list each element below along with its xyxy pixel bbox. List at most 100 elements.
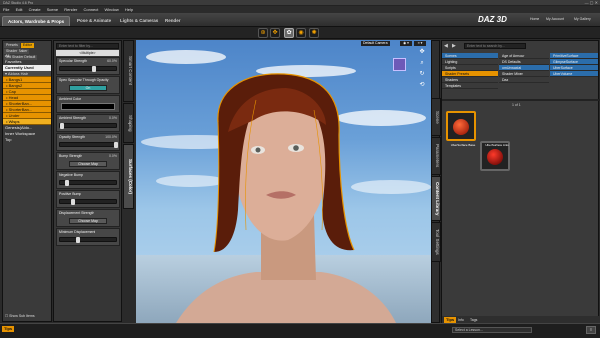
param-slider[interactable] xyxy=(59,142,118,148)
param-toggle[interactable]: On xyxy=(69,85,107,91)
library-item[interactable]: Templates xyxy=(442,83,498,89)
3d-viewport[interactable]: Default Camera ◉ ▾ ≡ ▾ ✥ ⌕ ↻ ⟲ xyxy=(136,40,431,323)
subtab-editor[interactable]: Editor xyxy=(20,43,35,48)
status-bar: Tips Select a Lesson... ≡ xyxy=(0,323,600,338)
menu-create[interactable]: Create xyxy=(29,7,41,12)
link-home[interactable]: Home xyxy=(530,17,539,21)
zoom-icon[interactable]: ⌕ xyxy=(418,59,426,67)
pan-icon[interactable]: ✥ xyxy=(418,48,426,56)
param-map: Displacement Strength Choose Map xyxy=(56,209,120,227)
param-label: Ambient Color xyxy=(59,97,82,101)
shader-ball-icon xyxy=(487,149,503,165)
slider-knob[interactable] xyxy=(60,123,64,129)
param-label: Positive Bump xyxy=(59,192,82,196)
slider-knob[interactable] xyxy=(92,66,97,72)
tab-render[interactable]: Render xyxy=(160,16,186,26)
left-tips-label[interactable]: Tips xyxy=(2,326,15,332)
viewport-options-icon[interactable]: ◉ ▾ xyxy=(400,41,412,46)
param-slider[interactable] xyxy=(59,199,117,205)
link-my-gallery[interactable]: My Gallery xyxy=(574,17,591,21)
menu-connect[interactable]: Connect xyxy=(83,7,98,12)
camera-selector[interactable]: Default Camera xyxy=(361,41,390,46)
viewport-menu-icon[interactable]: ≡ ▾ xyxy=(414,41,426,46)
param-slider[interactable] xyxy=(59,66,117,72)
tab-pose-animate[interactable]: Pose & Animate xyxy=(72,16,116,26)
shader-ball-icon xyxy=(453,119,469,135)
slider-knob[interactable] xyxy=(65,180,70,186)
tab-tool-settings[interactable]: Tool Settings xyxy=(431,222,441,262)
tab-content-library[interactable]: Content Library xyxy=(431,176,441,221)
param-label: Specular Strength xyxy=(59,59,88,63)
choose-map-button[interactable]: Choose Map xyxy=(69,218,107,224)
tab-lights-cameras[interactable]: Lights & Cameras xyxy=(115,16,163,26)
page-indicator: 1 of 1 xyxy=(512,103,521,107)
slider-knob[interactable] xyxy=(114,142,118,148)
surface-params-panel: Enter text to filter by... <Multiple> Sp… xyxy=(53,40,122,322)
library-subfolders: Age of Armour DS Defaults omUnwaxial Sha… xyxy=(499,53,549,97)
link-my-account[interactable]: My Account xyxy=(546,17,564,21)
param-slider[interactable] xyxy=(59,237,117,243)
lesson-selector[interactable]: Select a Lesson... xyxy=(452,327,532,333)
window-controls[interactable]: — ▢ ✕ xyxy=(585,0,598,5)
thumb-ubersurface-base[interactable] xyxy=(446,111,476,141)
param-slider: Specular Strength 60.0% xyxy=(56,57,120,75)
right-scroll xyxy=(589,52,599,322)
window-title: DAZ Studio 4.6 Pro xyxy=(3,1,34,5)
param-label: Opacity Strength xyxy=(59,135,86,139)
content-library-panel: ◀ ▶ Enter text to search by... Scenes Li… xyxy=(441,40,600,324)
menu-file[interactable]: File xyxy=(3,7,9,12)
param-value: 0.0% xyxy=(109,154,117,158)
param-value: 100.0% xyxy=(105,135,117,139)
node-select-icon[interactable]: ⊛ xyxy=(258,28,268,38)
group-item[interactable]: Top xyxy=(3,137,51,143)
library-item[interactable]: Daz xyxy=(499,77,549,83)
render-icon[interactable]: ✿ xyxy=(284,28,294,38)
search-input[interactable]: Enter text to search by... xyxy=(464,43,526,49)
menu-window[interactable]: Window xyxy=(105,7,119,12)
spotlight-icon[interactable]: ✺ xyxy=(309,28,319,38)
tab-scene[interactable]: Scene xyxy=(431,98,441,136)
menu-bar: File Edit Create Scene Render Connect Wi… xyxy=(0,6,600,13)
slider-knob[interactable] xyxy=(76,237,81,243)
param-slider[interactable] xyxy=(59,123,117,129)
param-list: Specular Strength 60.0% Spec Specular Thro… xyxy=(54,57,121,246)
lesson-menu-icon[interactable]: ≡ xyxy=(586,326,596,334)
tab-surfaces-color[interactable]: Surfaces (Color) xyxy=(123,144,134,209)
menu-help[interactable]: Help xyxy=(125,7,133,12)
rotate-icon[interactable]: ↻ xyxy=(418,70,426,78)
filter-input[interactable]: Enter text to filter by... xyxy=(56,43,119,49)
back-icon[interactable]: ◀ xyxy=(444,43,452,49)
view-cube-icon[interactable] xyxy=(393,58,406,71)
param-slider[interactable] xyxy=(59,180,117,186)
room-tab-bar: Actors, Wardrobe & Props Pose & Animate … xyxy=(0,13,600,27)
param-label: Spec Specular Through Opacity xyxy=(59,78,109,82)
tab-shaping[interactable]: Shaping xyxy=(123,103,134,143)
universal-tool-icon[interactable]: ✥ xyxy=(270,28,280,38)
slider-knob[interactable] xyxy=(70,199,75,205)
color-swatch[interactable] xyxy=(61,103,115,110)
param-value: 0.0% xyxy=(109,116,117,120)
tab-tags[interactable]: Tags xyxy=(470,318,477,322)
param-slider: Positive Bump xyxy=(56,190,120,208)
param-slider: Negative Bump xyxy=(56,171,120,189)
camera-icon[interactable]: ◉ xyxy=(296,28,306,38)
figure-render xyxy=(176,73,396,323)
menu-scene[interactable]: Scene xyxy=(47,7,58,12)
param-label: Minimum Displacement xyxy=(59,230,96,234)
param-label: Ambient Strength xyxy=(59,116,87,120)
tab-smart-content[interactable]: Smart Content xyxy=(123,40,134,102)
orbit-icon[interactable]: ⟲ xyxy=(418,81,426,89)
forward-icon[interactable]: ▶ xyxy=(452,43,460,49)
choose-map-button[interactable]: Choose Map xyxy=(69,161,107,167)
menu-render[interactable]: Render xyxy=(64,7,77,12)
tab-parameters[interactable]: Parameters xyxy=(431,137,441,175)
tab-info[interactable]: Info xyxy=(458,318,464,322)
show-sub-items-checkbox[interactable]: ☐ Show Sub Items xyxy=(5,314,35,318)
menu-edit[interactable]: Edit xyxy=(16,7,23,12)
thumb-label: UberSurface Base xyxy=(450,143,476,147)
divider xyxy=(442,99,600,101)
surface-selector-panel: PresetsEditorShader Baker Shader3rd Shad… xyxy=(2,40,52,322)
multiple-selector[interactable]: <Multiple> xyxy=(56,50,119,56)
tab-actors-wardrobe-props[interactable]: Actors, Wardrobe & Props xyxy=(2,16,71,26)
daz3d-logo: DAZ 3D xyxy=(478,15,507,24)
